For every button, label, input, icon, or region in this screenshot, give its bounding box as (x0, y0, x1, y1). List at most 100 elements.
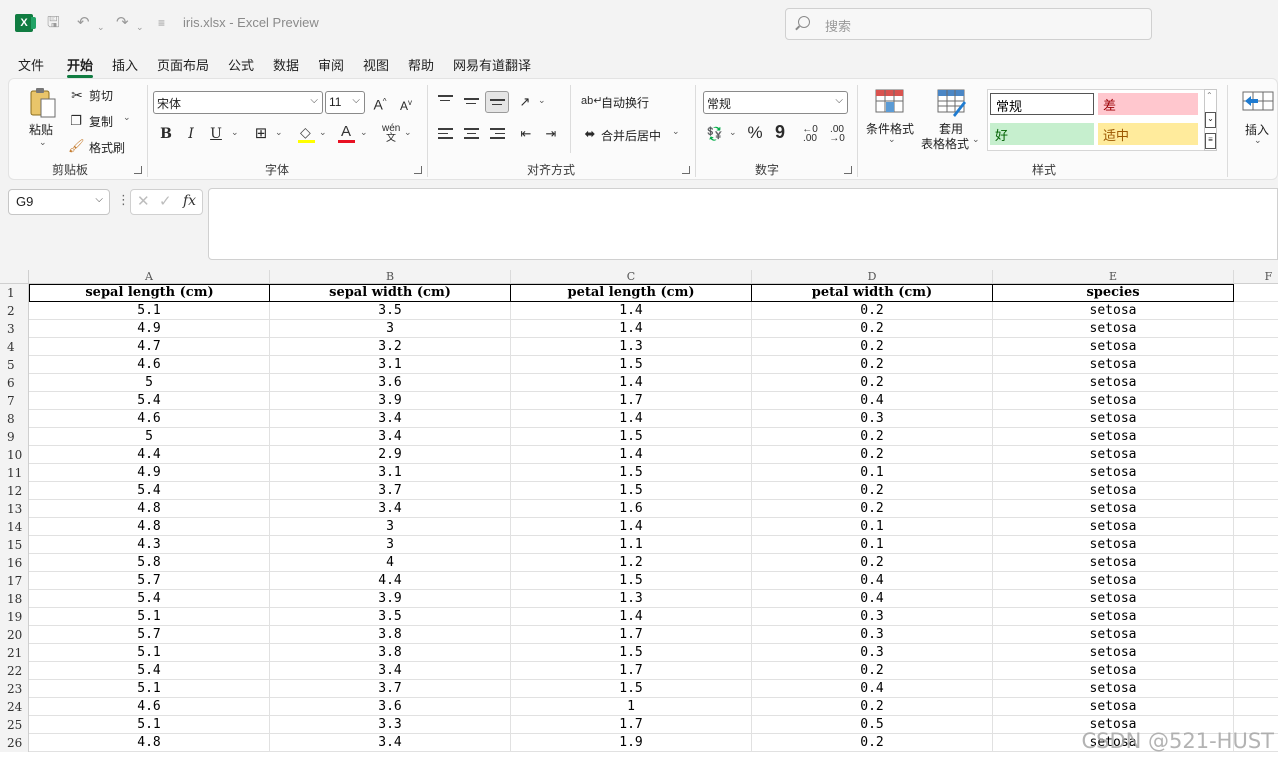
merge-center-icon[interactable]: ⬌ (581, 125, 599, 143)
cell[interactable]: 4.4 (29, 446, 270, 464)
cell[interactable]: 3.3 (270, 716, 511, 734)
row-header[interactable]: 8 (0, 410, 29, 428)
row-header[interactable]: 10 (0, 446, 29, 464)
tab-help[interactable]: 帮助 (408, 55, 434, 74)
cell[interactable]: 3.4 (270, 428, 511, 446)
cell[interactable]: 1.3 (511, 590, 752, 608)
cell[interactable]: 1.5 (511, 428, 752, 446)
cell[interactable]: 3.1 (270, 464, 511, 482)
scroll-down-icon[interactable]: ⌄ (1205, 112, 1216, 128)
empty-cell[interactable] (1234, 392, 1278, 410)
cell[interactable]: 3.6 (270, 374, 511, 392)
percent-style-button[interactable]: % (746, 124, 764, 142)
cell[interactable]: 1.1 (511, 536, 752, 554)
style-bad[interactable]: 差 (1098, 93, 1198, 115)
row-header[interactable]: 1 (0, 284, 29, 302)
select-all-corner[interactable] (0, 270, 29, 284)
cell[interactable]: 0.2 (752, 662, 993, 680)
cut-icon[interactable]: ✂ (69, 86, 85, 104)
orientation-icon[interactable]: ↗ (517, 93, 533, 111)
cell[interactable]: 4.6 (29, 356, 270, 374)
cell[interactable]: 1.4 (511, 446, 752, 464)
row-header[interactable]: 24 (0, 698, 29, 716)
cell[interactable]: 0.2 (752, 374, 993, 392)
row-header[interactable]: 2 (0, 302, 29, 320)
cell[interactable]: 0.2 (752, 302, 993, 320)
align-bottom-button[interactable] (485, 91, 509, 113)
empty-cell[interactable] (1234, 518, 1278, 536)
cell[interactable]: 0.2 (752, 698, 993, 716)
underline-dropdown-icon[interactable]: ⌄ (231, 127, 239, 138)
cell[interactable]: 1 (511, 698, 752, 716)
cell[interactable]: 0.4 (752, 392, 993, 410)
orientation-dropdown-icon[interactable]: ⌄ (538, 95, 546, 106)
row-header[interactable]: 17 (0, 572, 29, 590)
cell[interactable]: 0.4 (752, 572, 993, 590)
accounting-dropdown-icon[interactable]: ⌄ (729, 127, 737, 138)
tab-page-layout[interactable]: 页面布局 (157, 55, 209, 74)
row-header[interactable]: 11 (0, 464, 29, 482)
fill-color-dropdown-icon[interactable]: ⌄ (319, 127, 327, 138)
header-cell[interactable]: sepal width (cm) (270, 284, 511, 302)
accounting-format-icon[interactable]: 💱 (706, 125, 724, 143)
cell[interactable]: 0.2 (752, 554, 993, 572)
format-as-table-icon[interactable] (937, 89, 967, 117)
empty-cell[interactable] (1234, 428, 1278, 446)
tab-home[interactable]: 开始 (67, 55, 94, 78)
row-header[interactable]: 21 (0, 644, 29, 662)
cell[interactable]: 0.4 (752, 590, 993, 608)
cell[interactable]: 4.8 (29, 734, 270, 752)
cell[interactable]: 5.1 (29, 302, 270, 320)
cell[interactable]: 3.9 (270, 590, 511, 608)
font-size-select[interactable]: 11 ⌵ (325, 91, 365, 114)
number-format-select[interactable]: 常规 ⌵ (703, 91, 848, 114)
cell[interactable]: 5.1 (29, 644, 270, 662)
more-options-icon[interactable]: ⋮ (117, 192, 130, 208)
cell[interactable]: 0.2 (752, 428, 993, 446)
cell[interactable]: 1.4 (511, 374, 752, 392)
cell[interactable]: 5 (29, 428, 270, 446)
row-header[interactable]: 9 (0, 428, 29, 446)
empty-cell[interactable] (1234, 356, 1278, 374)
phonetic-guide-icon[interactable]: wén 文 (382, 124, 400, 144)
row-header[interactable]: 20 (0, 626, 29, 644)
format-painter-icon[interactable]: 🖌 (68, 137, 85, 155)
number-launcher-icon[interactable] (844, 166, 852, 174)
cell[interactable]: 1.3 (511, 338, 752, 356)
header-cell[interactable]: petal width (cm) (752, 284, 993, 302)
column-header-f[interactable]: F (1234, 270, 1278, 284)
cell[interactable]: 3.4 (270, 662, 511, 680)
cell[interactable]: 4.4 (270, 572, 511, 590)
cell[interactable]: setosa (993, 500, 1234, 518)
cell[interactable]: 0.1 (752, 518, 993, 536)
cell[interactable]: 0.1 (752, 464, 993, 482)
cell[interactable]: setosa (993, 626, 1234, 644)
merge-dropdown-icon[interactable]: ⌄ (672, 126, 680, 137)
empty-cell[interactable] (1234, 482, 1278, 500)
header-cell[interactable]: sepal length (cm) (29, 284, 270, 302)
cell[interactable]: setosa (993, 698, 1234, 716)
cell[interactable]: 0.2 (752, 500, 993, 518)
cell[interactable]: 1.4 (511, 302, 752, 320)
cell[interactable]: 4.9 (29, 464, 270, 482)
column-header-e[interactable]: E (993, 270, 1234, 284)
cell[interactable]: 1.6 (511, 500, 752, 518)
tab-data[interactable]: 数据 (273, 55, 299, 74)
cell[interactable]: 5.4 (29, 482, 270, 500)
empty-cell[interactable] (1234, 536, 1278, 554)
insert-dropdown-icon[interactable]: ⌄ (1254, 135, 1262, 146)
cell[interactable]: 5.4 (29, 392, 270, 410)
row-header[interactable]: 25 (0, 716, 29, 734)
cell[interactable]: setosa (993, 644, 1234, 662)
cell[interactable]: 1.4 (511, 320, 752, 338)
cell[interactable]: 0.2 (752, 734, 993, 752)
row-header[interactable]: 4 (0, 338, 29, 356)
cell[interactable]: 4.6 (29, 410, 270, 428)
cell[interactable]: setosa (993, 410, 1234, 428)
empty-cell[interactable] (1234, 608, 1278, 626)
column-header-a[interactable]: A (29, 270, 270, 284)
align-middle-icon[interactable] (464, 98, 479, 110)
row-header[interactable]: 26 (0, 734, 29, 752)
cell[interactable]: 3.1 (270, 356, 511, 374)
increase-decimal-icon[interactable]: ←0.00 (800, 125, 820, 144)
